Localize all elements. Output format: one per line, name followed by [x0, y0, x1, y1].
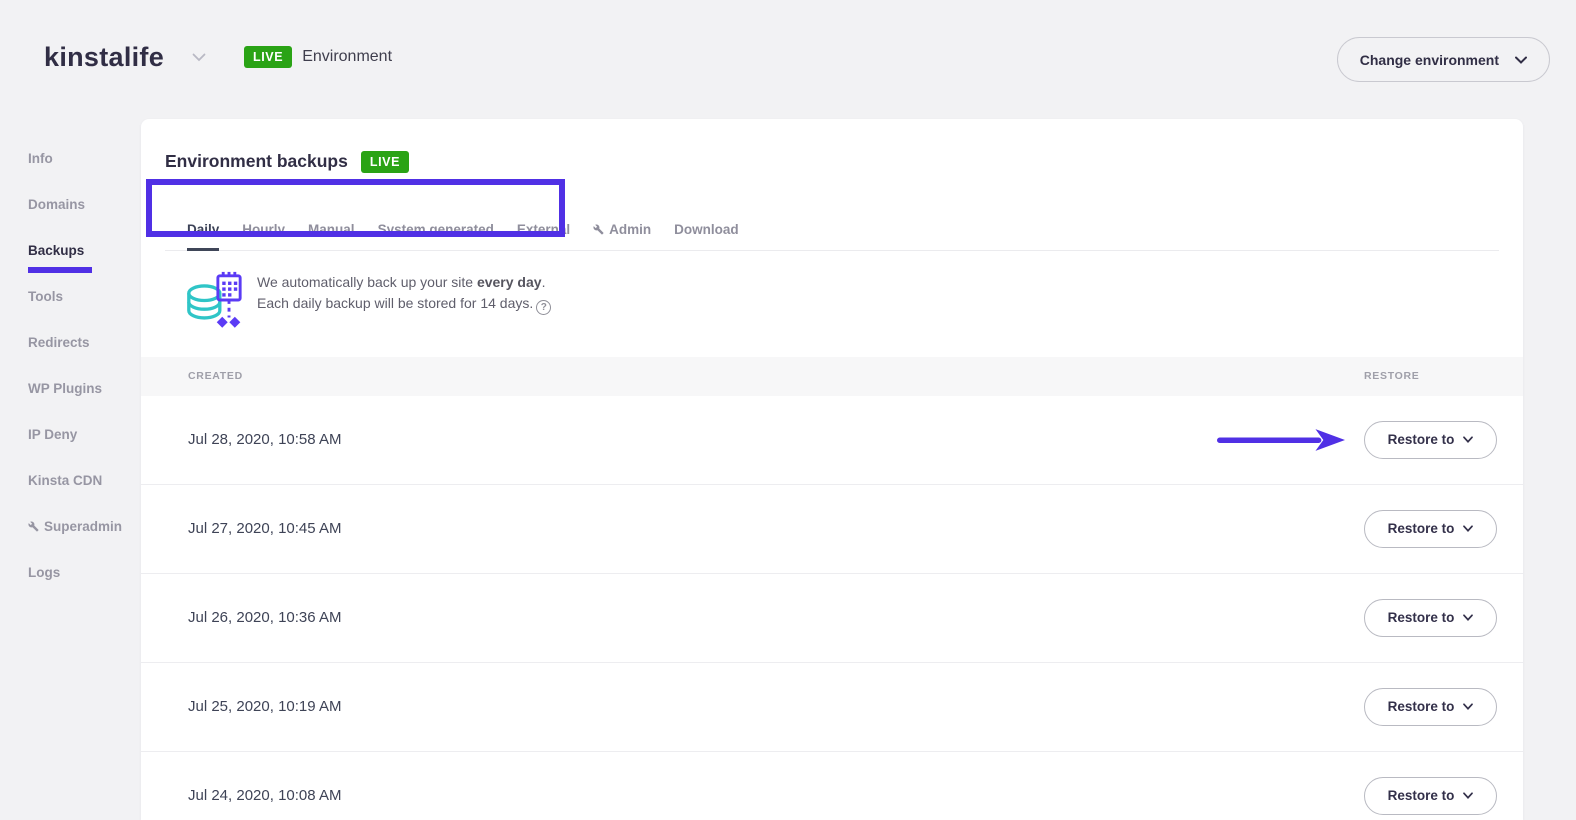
live-badge: LIVE — [361, 151, 409, 173]
backup-created-date: Jul 27, 2020, 10:45 AM — [188, 520, 1364, 537]
column-header-restore: RESTORE — [1364, 370, 1497, 382]
restore-to-button[interactable]: Restore to — [1364, 599, 1497, 637]
sidebar-item-redirects[interactable]: Redirects — [0, 319, 141, 365]
restore-to-button[interactable]: Restore to — [1364, 777, 1497, 815]
sidebar-item-kinsta-cdn[interactable]: Kinsta CDN — [0, 457, 141, 503]
chevron-down-icon — [1515, 56, 1527, 64]
column-header-created: CREATED — [188, 370, 1364, 382]
tab-admin[interactable]: Admin — [593, 210, 651, 250]
site-switcher[interactable]: kinstalife — [44, 42, 206, 73]
tab-daily[interactable]: Daily — [187, 210, 219, 250]
wrench-icon — [28, 521, 39, 532]
backup-type-tabs: Daily Hourly Manual System generated Ext… — [165, 210, 1499, 251]
sidebar-item-domains[interactable]: Domains — [0, 181, 141, 227]
backup-row: Jul 28, 2020, 10:58 AM Restore to — [141, 396, 1523, 485]
backup-database-illustration-icon — [183, 268, 245, 337]
tab-download[interactable]: Download — [674, 210, 739, 250]
restore-to-button[interactable]: Restore to — [1364, 688, 1497, 726]
panel-header: Environment backups LIVE — [141, 119, 1523, 173]
chevron-down-icon — [1463, 703, 1473, 710]
environment-label: Environment — [302, 48, 392, 66]
backup-row: Jul 25, 2020, 10:19 AM Restore to — [141, 663, 1523, 752]
sidebar-item-superadmin[interactable]: Superadmin — [0, 503, 141, 549]
backup-created-date: Jul 26, 2020, 10:36 AM — [188, 609, 1364, 626]
sidebar-item-wp-plugins[interactable]: WP Plugins — [0, 365, 141, 411]
backup-row: Jul 24, 2020, 10:08 AM Restore to — [141, 752, 1523, 820]
tab-external[interactable]: External — [517, 210, 570, 250]
chevron-down-icon — [1463, 792, 1473, 799]
tab-manual[interactable]: Manual — [308, 210, 355, 250]
page-title: Environment backups — [165, 151, 348, 172]
backup-created-date: Jul 25, 2020, 10:19 AM — [188, 698, 1364, 715]
chevron-down-icon — [1463, 614, 1473, 621]
chevron-down-icon — [1463, 436, 1473, 443]
restore-to-button[interactable]: Restore to — [1364, 421, 1497, 459]
top-bar: kinstalife LIVE Environment Change envir… — [0, 0, 1576, 119]
backup-created-date: Jul 28, 2020, 10:58 AM — [188, 431, 1364, 448]
site-name: kinstalife — [44, 42, 164, 73]
sidebar-item-info[interactable]: Info — [0, 135, 141, 181]
help-icon[interactable]: ? — [536, 300, 551, 315]
chevron-down-icon[interactable] — [192, 53, 206, 62]
wrench-icon — [593, 224, 604, 235]
backup-row: Jul 26, 2020, 10:36 AM Restore to — [141, 574, 1523, 663]
sidebar-item-backups[interactable]: Backups — [0, 227, 141, 273]
sidebar-item-tools[interactable]: Tools — [0, 273, 141, 319]
chevron-down-icon — [1463, 525, 1473, 532]
tab-system-generated[interactable]: System generated — [378, 210, 494, 250]
change-environment-button[interactable]: Change environment — [1337, 37, 1550, 82]
live-badge: LIVE — [244, 46, 292, 68]
environment-indicator: LIVE Environment — [244, 46, 392, 68]
sidebar-item-logs[interactable]: Logs — [0, 549, 141, 595]
backup-created-date: Jul 24, 2020, 10:08 AM — [188, 787, 1364, 804]
restore-to-button[interactable]: Restore to — [1364, 510, 1497, 548]
backup-row: Jul 27, 2020, 10:45 AM Restore to — [141, 485, 1523, 574]
table-header: CREATED RESTORE — [141, 357, 1523, 396]
tab-hourly[interactable]: Hourly — [242, 210, 285, 250]
sidebar-nav: Info Domains Backups Tools Redirects WP … — [0, 135, 141, 595]
backups-panel: Environment backups LIVE Daily Hourly Ma… — [141, 119, 1523, 820]
backup-schedule-text: We automatically back up your site every… — [257, 268, 551, 315]
backup-schedule-notice: We automatically back up your site every… — [183, 268, 1523, 337]
sidebar-item-ip-deny[interactable]: IP Deny — [0, 411, 141, 457]
